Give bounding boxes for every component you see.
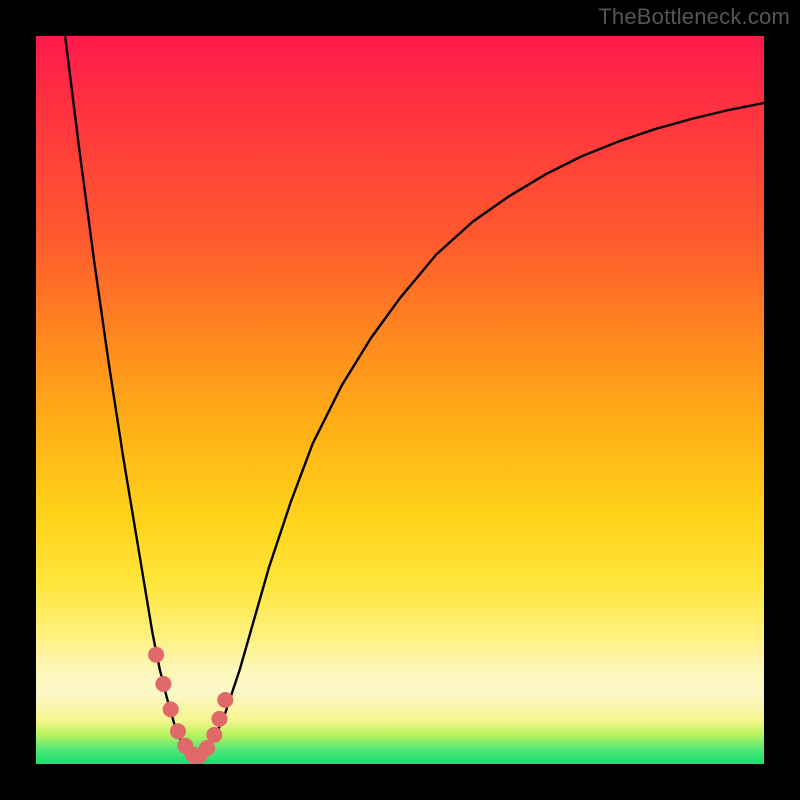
highlight-dot bbox=[163, 701, 179, 717]
highlight-dot bbox=[211, 711, 227, 727]
highlight-dots bbox=[148, 647, 233, 764]
chart-frame: TheBottleneck.com bbox=[0, 0, 800, 800]
highlight-dot bbox=[206, 727, 222, 743]
plot-area bbox=[36, 36, 764, 764]
curve-layer bbox=[36, 36, 764, 764]
highlight-dot bbox=[148, 647, 164, 663]
highlight-dot bbox=[217, 692, 233, 708]
bottleneck-curve bbox=[65, 36, 764, 757]
highlight-dot bbox=[155, 676, 171, 692]
highlight-dot bbox=[170, 723, 186, 739]
watermark-text: TheBottleneck.com bbox=[598, 4, 790, 30]
